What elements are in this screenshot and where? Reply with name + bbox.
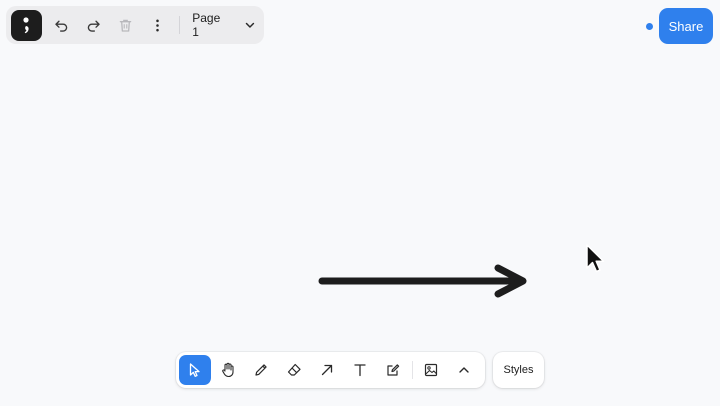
tool-select[interactable] (179, 355, 211, 385)
eraser-icon (287, 363, 301, 376)
main-menu-panel: Page 1 (6, 6, 264, 44)
arrow-shape[interactable] (310, 258, 540, 306)
chevron-down-icon (245, 22, 255, 28)
undo-button[interactable] (46, 9, 78, 41)
pencil-icon (255, 364, 267, 376)
styles-button[interactable]: Styles (493, 352, 544, 388)
hand-icon (222, 362, 234, 378)
drawing-canvas[interactable] (0, 0, 720, 406)
tool-more[interactable] (448, 355, 480, 385)
tool-text[interactable] (344, 355, 376, 385)
redo-icon (87, 20, 100, 32)
redo-button[interactable] (78, 9, 110, 41)
main-menu-button[interactable] (11, 9, 42, 41)
tool-note[interactable] (377, 355, 409, 385)
more-options-button[interactable] (141, 9, 173, 41)
trash-icon (119, 19, 132, 32)
page-menu-button[interactable]: Page 1 (188, 9, 260, 41)
tool-arrow[interactable] (311, 355, 343, 385)
mouse-pointer-icon (586, 244, 605, 273)
image-icon (424, 363, 438, 377)
tool-draw[interactable] (245, 355, 277, 385)
undo-icon (55, 20, 68, 32)
chevron-up-icon (459, 367, 469, 373)
tool-hand[interactable] (212, 355, 244, 385)
toolbar-divider (412, 361, 413, 379)
share-button[interactable]: Share (659, 8, 713, 44)
cursor-icon (189, 363, 200, 377)
logo-icon (23, 17, 30, 34)
note-icon (387, 364, 400, 376)
tools-toolbar (176, 352, 485, 388)
arrow-icon (321, 364, 333, 376)
menu-divider (179, 16, 181, 34)
delete-button[interactable] (110, 9, 142, 41)
page-name: Page 1 (192, 11, 221, 39)
tool-eraser[interactable] (278, 355, 310, 385)
collaboration-status-dot (646, 23, 653, 30)
more-vertical-icon (156, 19, 159, 31)
text-icon (354, 364, 366, 377)
tool-image[interactable] (415, 355, 447, 385)
